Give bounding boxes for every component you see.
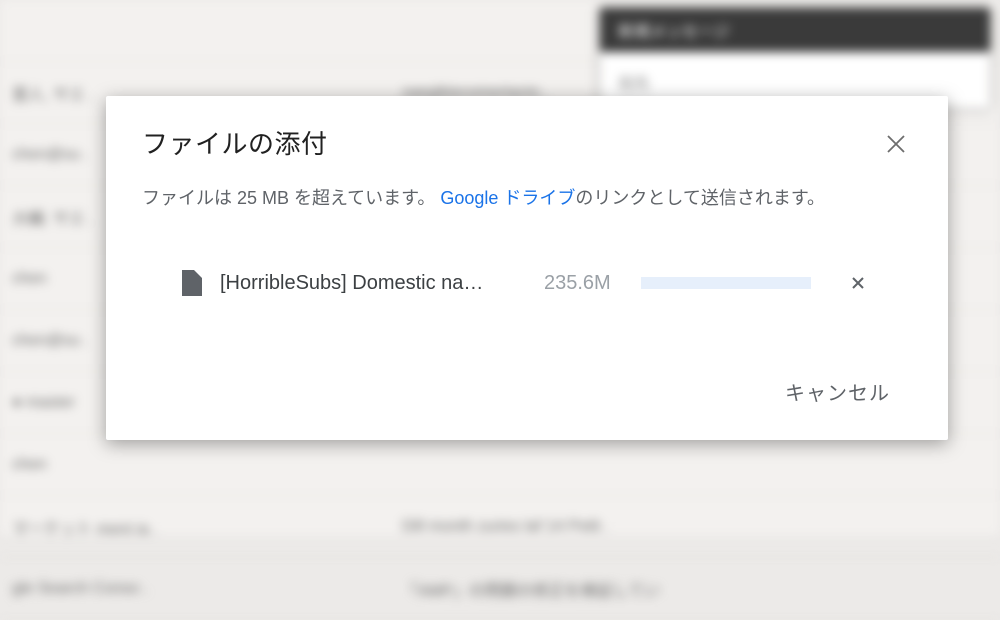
mail-list-row: chen bbox=[0, 434, 1000, 496]
compose-header: 新規メッセージ bbox=[600, 8, 990, 52]
compose-to-label: 宛先 bbox=[618, 76, 650, 93]
compose-window: 新規メッセージ 宛先 bbox=[600, 8, 990, 108]
dialog-message: ファイルは 25 MB を超えています。 Google ドライブのリンクとして送… bbox=[142, 185, 912, 212]
file-icon bbox=[182, 270, 202, 296]
google-drive-link[interactable]: Google ドライブ bbox=[440, 188, 575, 208]
close-icon[interactable] bbox=[880, 128, 912, 160]
file-size: 235.6M bbox=[544, 272, 611, 295]
compose-title: 新規メッセージ bbox=[618, 18, 730, 42]
file-row: [HorribleSubs] Domestic na… 235.6M bbox=[142, 270, 912, 296]
upload-progress-bar bbox=[641, 277, 811, 289]
message-after: のリンクとして送信されます。 bbox=[575, 188, 825, 208]
mail-list-row: gle Search Conso .「AMP」の問題の修正を検証してい bbox=[0, 558, 1000, 620]
attachment-dialog: ファイルの添付 ファイルは 25 MB を超えています。 Google ドライブ… bbox=[106, 96, 948, 440]
mail-list-row: マーケット ment ia .Dill month zuries laf 14 … bbox=[0, 496, 1000, 558]
dialog-title: ファイルの添付 bbox=[142, 124, 328, 161]
cancel-button[interactable]: キャンセル bbox=[773, 369, 902, 414]
remove-file-icon[interactable] bbox=[847, 272, 869, 294]
file-name: [HorribleSubs] Domestic na… bbox=[220, 272, 512, 295]
message-before: ファイルは 25 MB を超えています。 bbox=[142, 188, 435, 208]
